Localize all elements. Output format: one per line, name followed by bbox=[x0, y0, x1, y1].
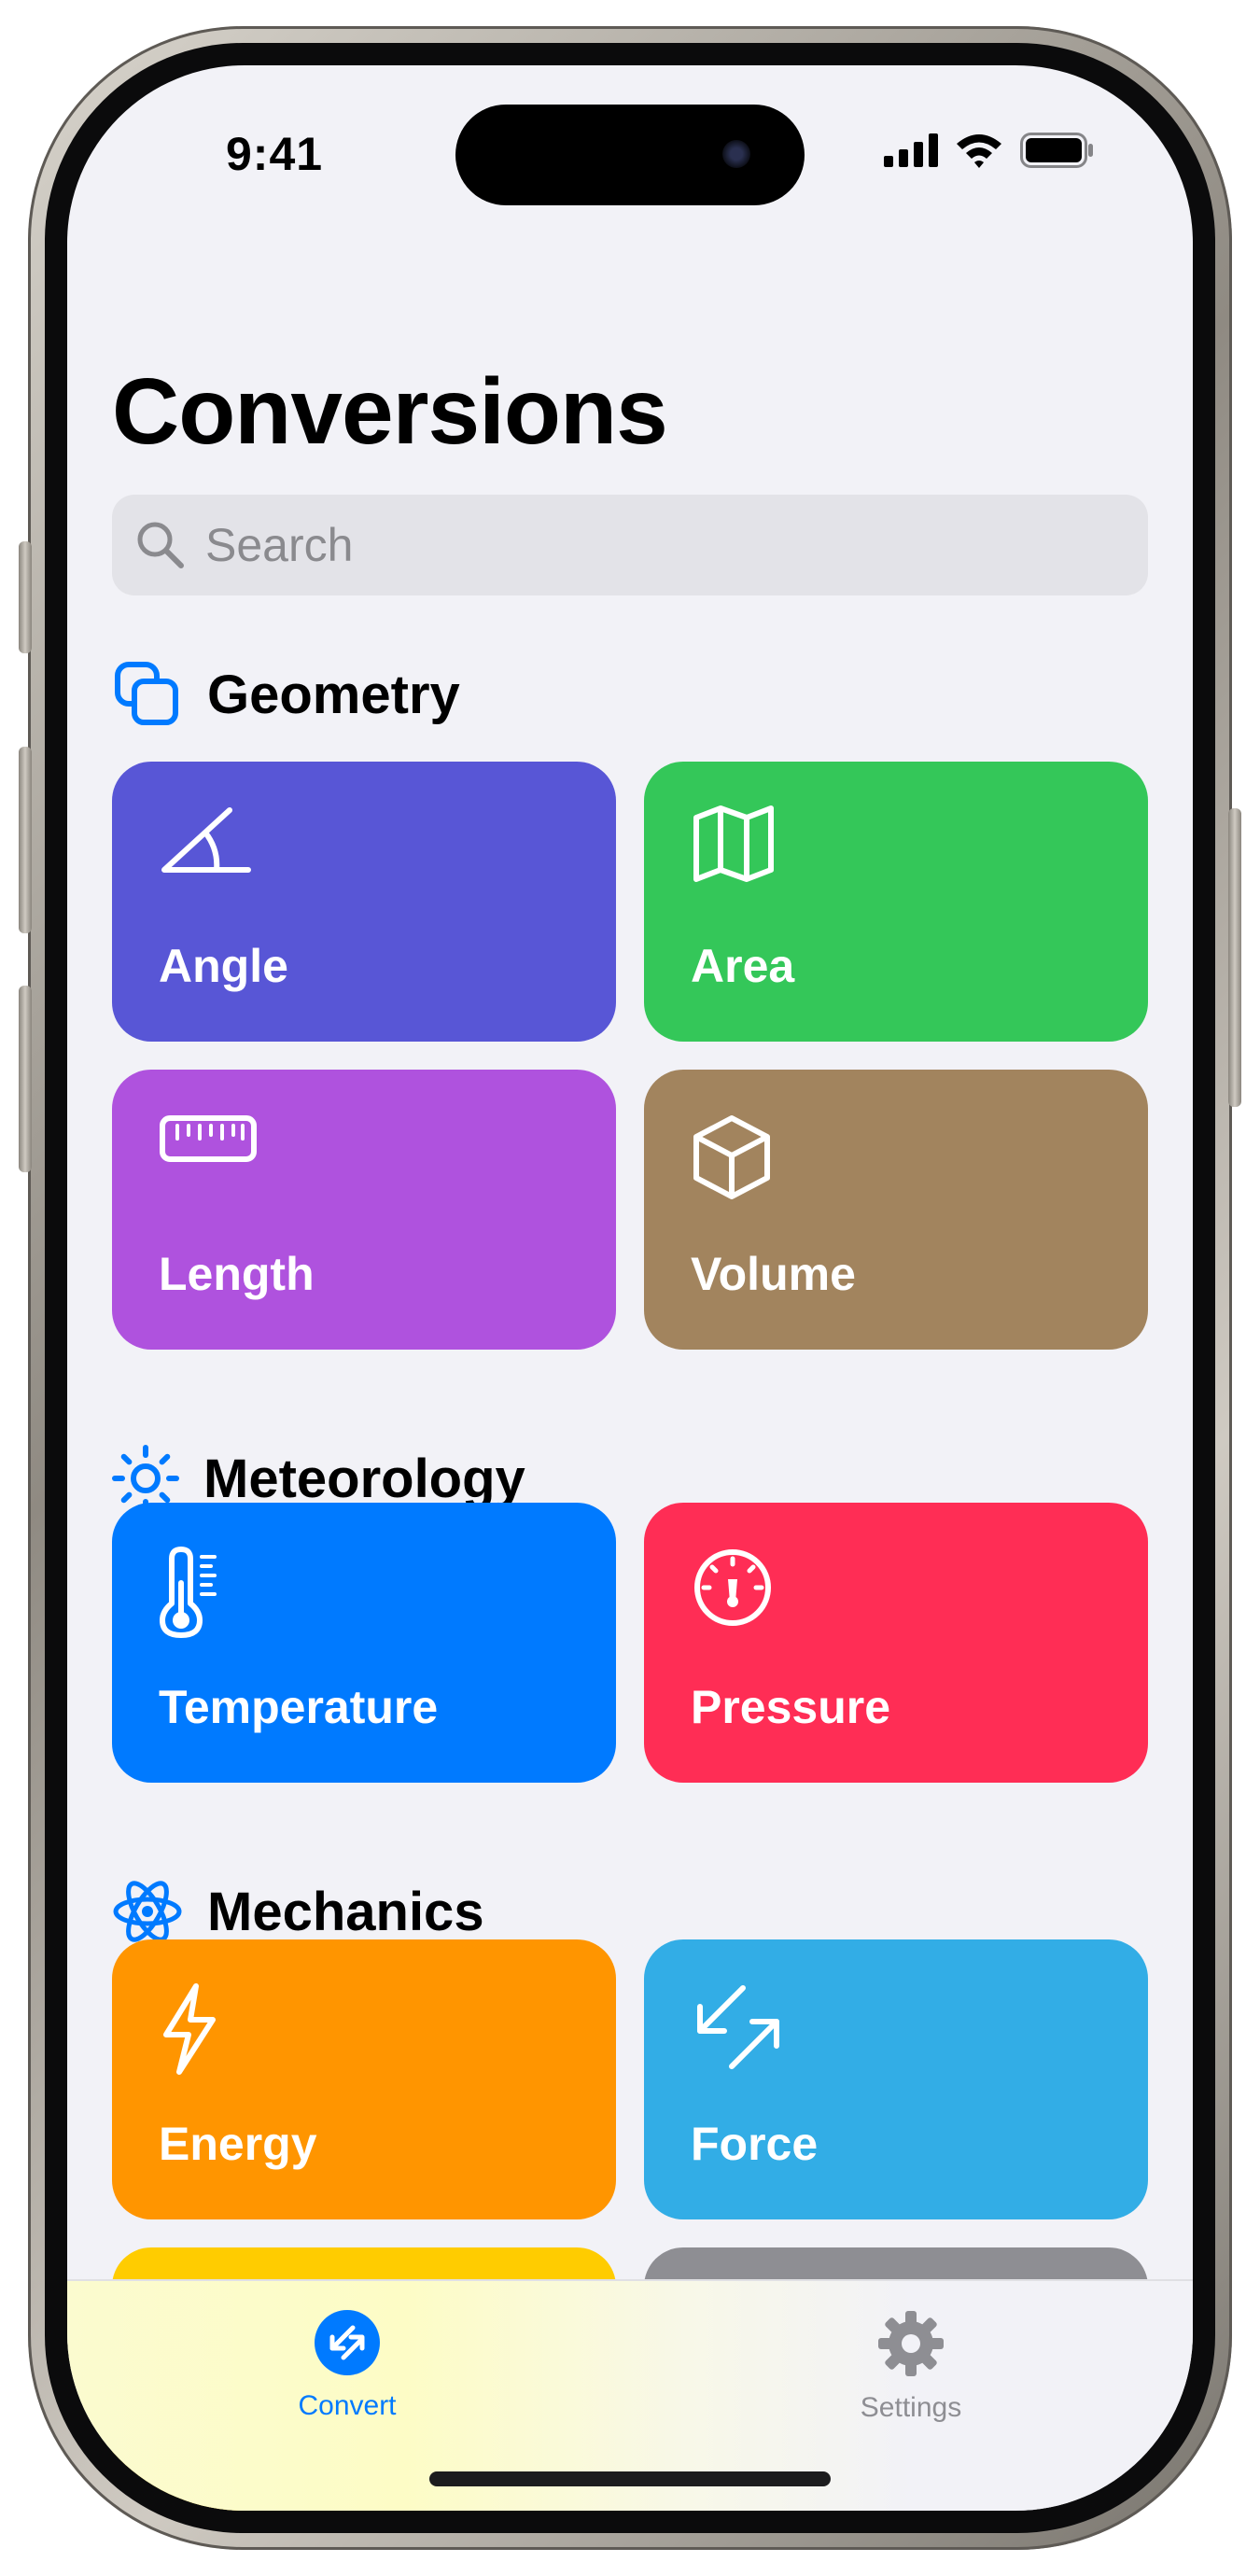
arrows-diagonal-icon bbox=[697, 1985, 779, 2069]
thermometer-icon bbox=[160, 1547, 217, 1638]
tile-label: Temperature bbox=[159, 1681, 439, 1733]
tile-label: Pressure bbox=[691, 1681, 891, 1733]
tile-angle[interactable]: Angle bbox=[112, 762, 616, 1042]
tile-length[interactable]: Length bbox=[112, 1070, 616, 1350]
tile-temperature[interactable]: Temperature bbox=[112, 1503, 616, 1783]
tab-label: Convert bbox=[298, 2390, 397, 2421]
tile-label: Volume bbox=[691, 1248, 856, 1300]
tile-pressure[interactable]: Pressure bbox=[644, 1503, 1148, 1783]
front-camera-icon bbox=[722, 140, 750, 168]
tab-settings[interactable]: Settings bbox=[771, 2309, 1051, 2424]
tab-convert[interactable]: Convert bbox=[207, 2309, 487, 2422]
volume-down-button bbox=[19, 986, 32, 1172]
ruler-icon bbox=[160, 1115, 257, 1162]
tab-label: Settings bbox=[860, 2392, 962, 2423]
status-icons bbox=[884, 133, 1095, 168]
volume-up-button bbox=[19, 747, 32, 933]
cube-icon bbox=[693, 1115, 770, 1199]
tile-volume[interactable]: Volume bbox=[644, 1070, 1148, 1350]
page-title: Conversions bbox=[112, 359, 668, 464]
action-button bbox=[19, 541, 32, 653]
tile-force[interactable]: Force bbox=[644, 1939, 1148, 2219]
section-header-mechanics: Mechanics bbox=[112, 1876, 484, 1947]
tile-label: Angle bbox=[159, 940, 288, 992]
tile-label: Length bbox=[159, 1248, 315, 1300]
section-label: Geometry bbox=[207, 664, 460, 725]
tile-energy[interactable]: Energy bbox=[112, 1939, 616, 2219]
dynamic-island bbox=[455, 105, 805, 205]
power-button bbox=[1228, 808, 1241, 1107]
tile-area[interactable]: Area bbox=[644, 762, 1148, 1042]
tile-label: Force bbox=[691, 2118, 819, 2170]
section-header-geometry: Geometry bbox=[112, 659, 460, 730]
tile-label: Area bbox=[691, 940, 795, 992]
battery-icon bbox=[1020, 133, 1093, 168]
wifi-icon bbox=[957, 134, 1001, 168]
bolt-icon bbox=[163, 1983, 216, 2075]
search-input[interactable] bbox=[203, 517, 1047, 573]
section-label: Meteorology bbox=[203, 1448, 525, 1509]
screen: 9:41 Conversions Geo bbox=[67, 65, 1193, 2511]
search-icon bbox=[137, 522, 184, 568]
convert-icon bbox=[315, 2310, 380, 2375]
atom-icon bbox=[113, 1881, 182, 1942]
gauge-icon bbox=[694, 1549, 771, 1626]
status-time: 9:41 bbox=[226, 128, 324, 180]
squares-icon bbox=[115, 662, 178, 725]
signal-icon bbox=[884, 133, 938, 167]
gear-icon bbox=[878, 2311, 944, 2376]
map-icon bbox=[693, 805, 774, 882]
search-bar[interactable] bbox=[112, 495, 1148, 595]
home-indicator[interactable] bbox=[429, 2471, 831, 2486]
angle-icon bbox=[161, 807, 251, 873]
section-label: Mechanics bbox=[207, 1881, 484, 1942]
tile-label: Energy bbox=[159, 2118, 317, 2170]
